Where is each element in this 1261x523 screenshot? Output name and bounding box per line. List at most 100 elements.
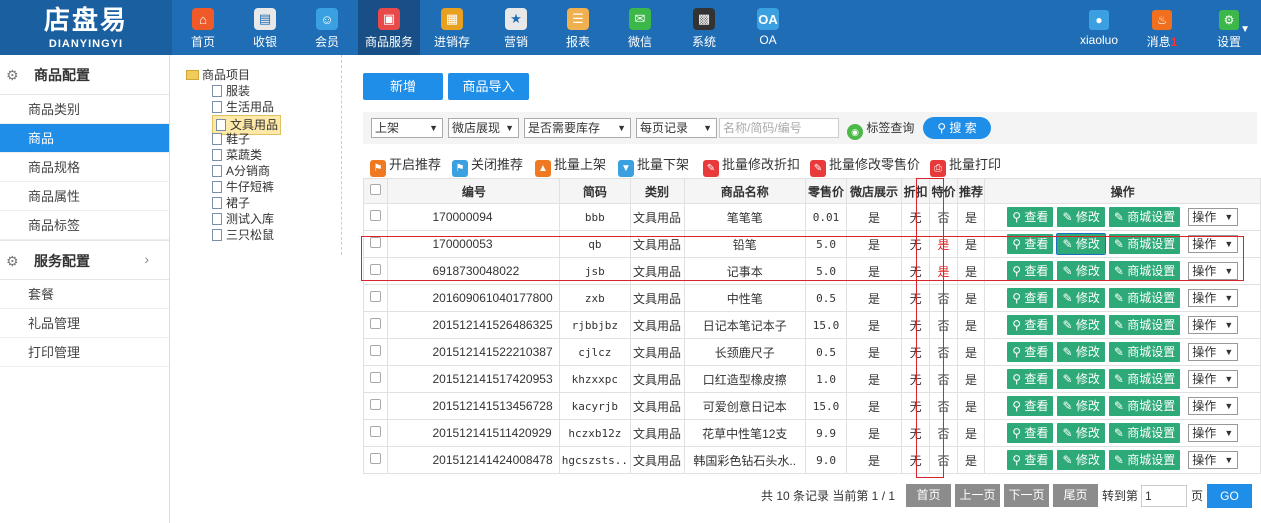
tree-node[interactable]: A分销商 <box>212 163 270 179</box>
edit-button[interactable]: ✎ 修改 <box>1057 261 1105 281</box>
enable-recommend-button[interactable]: ⚑ 开启推荐 <box>370 155 441 177</box>
nav-goods[interactable]: ▣ 商品服务 <box>358 0 420 55</box>
status-select[interactable]: 上架 ▼ <box>371 118 443 138</box>
col-header-special[interactable]: 特价 <box>929 178 958 204</box>
view-button[interactable]: ⚲ 查看 <box>1007 288 1054 308</box>
sidebar-group-service-config[interactable]: ⚙ 服务配置 › <box>0 240 169 280</box>
batch-edit-discount-button[interactable]: ✎ 批量修改折扣 <box>703 155 800 177</box>
sidebar-item[interactable]: 礼品管理 <box>0 309 169 338</box>
disable-recommend-button[interactable]: ⚑ 关闭推荐 <box>452 155 523 177</box>
tree-node[interactable]: 测试入库 <box>212 211 274 227</box>
nav-cash-register[interactable]: ▤ 收银 <box>234 0 296 55</box>
mall-settings-button[interactable]: ✎ 商城设置 <box>1108 450 1181 470</box>
tree-node[interactable]: 鞋子 <box>212 131 250 147</box>
more-actions-select[interactable]: 操作 ▼ <box>1188 316 1239 334</box>
search-button[interactable]: ⚲ 搜 索 <box>923 117 991 139</box>
page-number-input[interactable]: 1 <box>1141 485 1187 507</box>
col-header-price[interactable]: 零售价 <box>804 178 848 204</box>
tree-node[interactable]: 生活用品 <box>212 99 274 115</box>
sidebar-item[interactable]: 打印管理 <box>0 338 169 367</box>
edit-button[interactable]: ✎ 修改 <box>1057 450 1105 470</box>
col-header-recommend[interactable]: 推荐 <box>956 178 986 204</box>
row-checkbox[interactable] <box>362 284 389 312</box>
col-header-discount[interactable]: 折扣 <box>900 178 931 204</box>
view-button[interactable]: ⚲ 查看 <box>1007 396 1054 416</box>
sidebar-item[interactable]: 商品属性 <box>0 182 169 211</box>
wx-show-select[interactable]: 微店展现 ▼ <box>448 118 519 138</box>
mall-settings-button[interactable]: ✎ 商城设置 <box>1108 423 1181 443</box>
first-page-button[interactable]: 首页 <box>906 484 951 507</box>
row-checkbox[interactable] <box>362 419 389 447</box>
batch-edit-price-button[interactable]: ✎ 批量修改零售价 <box>810 155 920 177</box>
view-button[interactable]: ⚲ 查看 <box>1007 342 1054 362</box>
nav-report[interactable]: ☰ 报表 <box>547 0 609 55</box>
col-header-category[interactable]: 类别 <box>629 178 685 204</box>
tree-node[interactable]: 牛仔短裤 <box>212 179 274 195</box>
col-header-wx[interactable]: 微店展示 <box>846 178 902 204</box>
sidebar-item[interactable]: 商品规格 <box>0 153 169 182</box>
batch-list-button[interactable]: ▲ 批量上架 <box>535 155 606 177</box>
view-button[interactable]: ⚲ 查看 <box>1007 315 1054 335</box>
col-header-code[interactable]: 编号 <box>387 178 561 204</box>
sidebar-item[interactable]: 套餐 <box>0 280 169 309</box>
edit-button[interactable]: ✎ 修改 <box>1056 233 1106 255</box>
page-size-select[interactable]: 每页记录 ▼ <box>636 118 717 138</box>
nav-monitor[interactable]: ▩ 系统 <box>673 0 735 55</box>
select-all-checkbox[interactable] <box>362 178 389 204</box>
row-checkbox[interactable] <box>362 365 389 393</box>
row-checkbox[interactable] <box>362 446 389 474</box>
more-actions-select[interactable]: 操作 ▼ <box>1188 262 1239 280</box>
row-checkbox[interactable] <box>362 230 389 258</box>
mall-settings-button[interactable]: ✎ 商城设置 <box>1108 234 1181 254</box>
settings-button[interactable]: ⚙ 设置 ▼ <box>1205 0 1253 55</box>
view-button[interactable]: ⚲ 查看 <box>1007 423 1054 443</box>
nav-home[interactable]: ⌂ 首页 <box>172 0 234 55</box>
mall-settings-button[interactable]: ✎ 商城设置 <box>1108 261 1181 281</box>
prev-page-button[interactable]: 上一页 <box>955 484 1000 507</box>
nav-member[interactable]: ☺ 会员 <box>296 0 358 55</box>
view-button[interactable]: ⚲ 查看 <box>1007 234 1054 254</box>
add-button[interactable]: 新增 <box>363 73 443 100</box>
more-actions-select[interactable]: 操作 ▼ <box>1188 451 1239 469</box>
mall-settings-button[interactable]: ✎ 商城设置 <box>1108 396 1181 416</box>
more-actions-select[interactable]: 操作 ▼ <box>1188 397 1239 415</box>
col-header-name[interactable]: 商品名称 <box>683 178 806 204</box>
row-checkbox[interactable] <box>362 203 389 231</box>
view-button[interactable]: ⚲ 查看 <box>1007 369 1054 389</box>
batch-print-button[interactable]: ⎙ 批量打印 <box>930 155 1001 177</box>
sidebar-item[interactable]: 商品标签 <box>0 211 169 240</box>
user-menu[interactable]: ● xiaoluo <box>1075 0 1123 55</box>
row-checkbox[interactable] <box>362 257 389 285</box>
go-button[interactable]: GO <box>1207 484 1252 508</box>
col-header-short[interactable]: 简码 <box>559 178 631 204</box>
edit-button[interactable]: ✎ 修改 <box>1057 315 1105 335</box>
tree-node[interactable]: 裙子 <box>212 195 250 211</box>
mall-settings-button[interactable]: ✎ 商城设置 <box>1108 315 1181 335</box>
view-button[interactable]: ⚲ 查看 <box>1007 261 1054 281</box>
sidebar-group-goods-config[interactable]: ⚙ 商品配置 <box>0 55 169 95</box>
row-checkbox[interactable] <box>362 311 389 339</box>
messages-button[interactable]: ♨ 消息1 <box>1138 0 1186 55</box>
tree-node[interactable]: 菜蔬类 <box>212 147 262 163</box>
edit-button[interactable]: ✎ 修改 <box>1057 369 1105 389</box>
more-actions-select[interactable]: 操作 ▼ <box>1188 343 1239 361</box>
edit-button[interactable]: ✎ 修改 <box>1057 288 1105 308</box>
tree-node[interactable]: 三只松鼠 <box>212 227 274 243</box>
mall-settings-button[interactable]: ✎ 商城设置 <box>1108 342 1181 362</box>
sidebar-item[interactable]: 商品类别 <box>0 95 169 124</box>
mall-settings-button[interactable]: ✎ 商城设置 <box>1108 288 1181 308</box>
next-page-button[interactable]: 下一页 <box>1004 484 1049 507</box>
nav-inventory[interactable]: ▦ 进销存 <box>421 0 483 55</box>
edit-button[interactable]: ✎ 修改 <box>1057 207 1105 227</box>
last-page-button[interactable]: 尾页 <box>1053 484 1098 507</box>
nav-oa[interactable]: OA OA <box>737 0 799 55</box>
tree-root[interactable]: 商品项目 <box>186 67 250 83</box>
view-button[interactable]: ⚲ 查看 <box>1007 207 1054 227</box>
batch-unlist-button[interactable]: ▼ 批量下架 <box>618 155 689 177</box>
mall-settings-button[interactable]: ✎ 商城设置 <box>1108 369 1181 389</box>
tree-node[interactable]: 服装 <box>212 83 250 99</box>
stock-select[interactable]: 是否需要库存 ▼ <box>524 118 631 138</box>
edit-button[interactable]: ✎ 修改 <box>1057 423 1105 443</box>
more-actions-select[interactable]: 操作 ▼ <box>1188 370 1239 388</box>
tag-query-button[interactable]: ◉ 标签查询 <box>847 119 914 140</box>
